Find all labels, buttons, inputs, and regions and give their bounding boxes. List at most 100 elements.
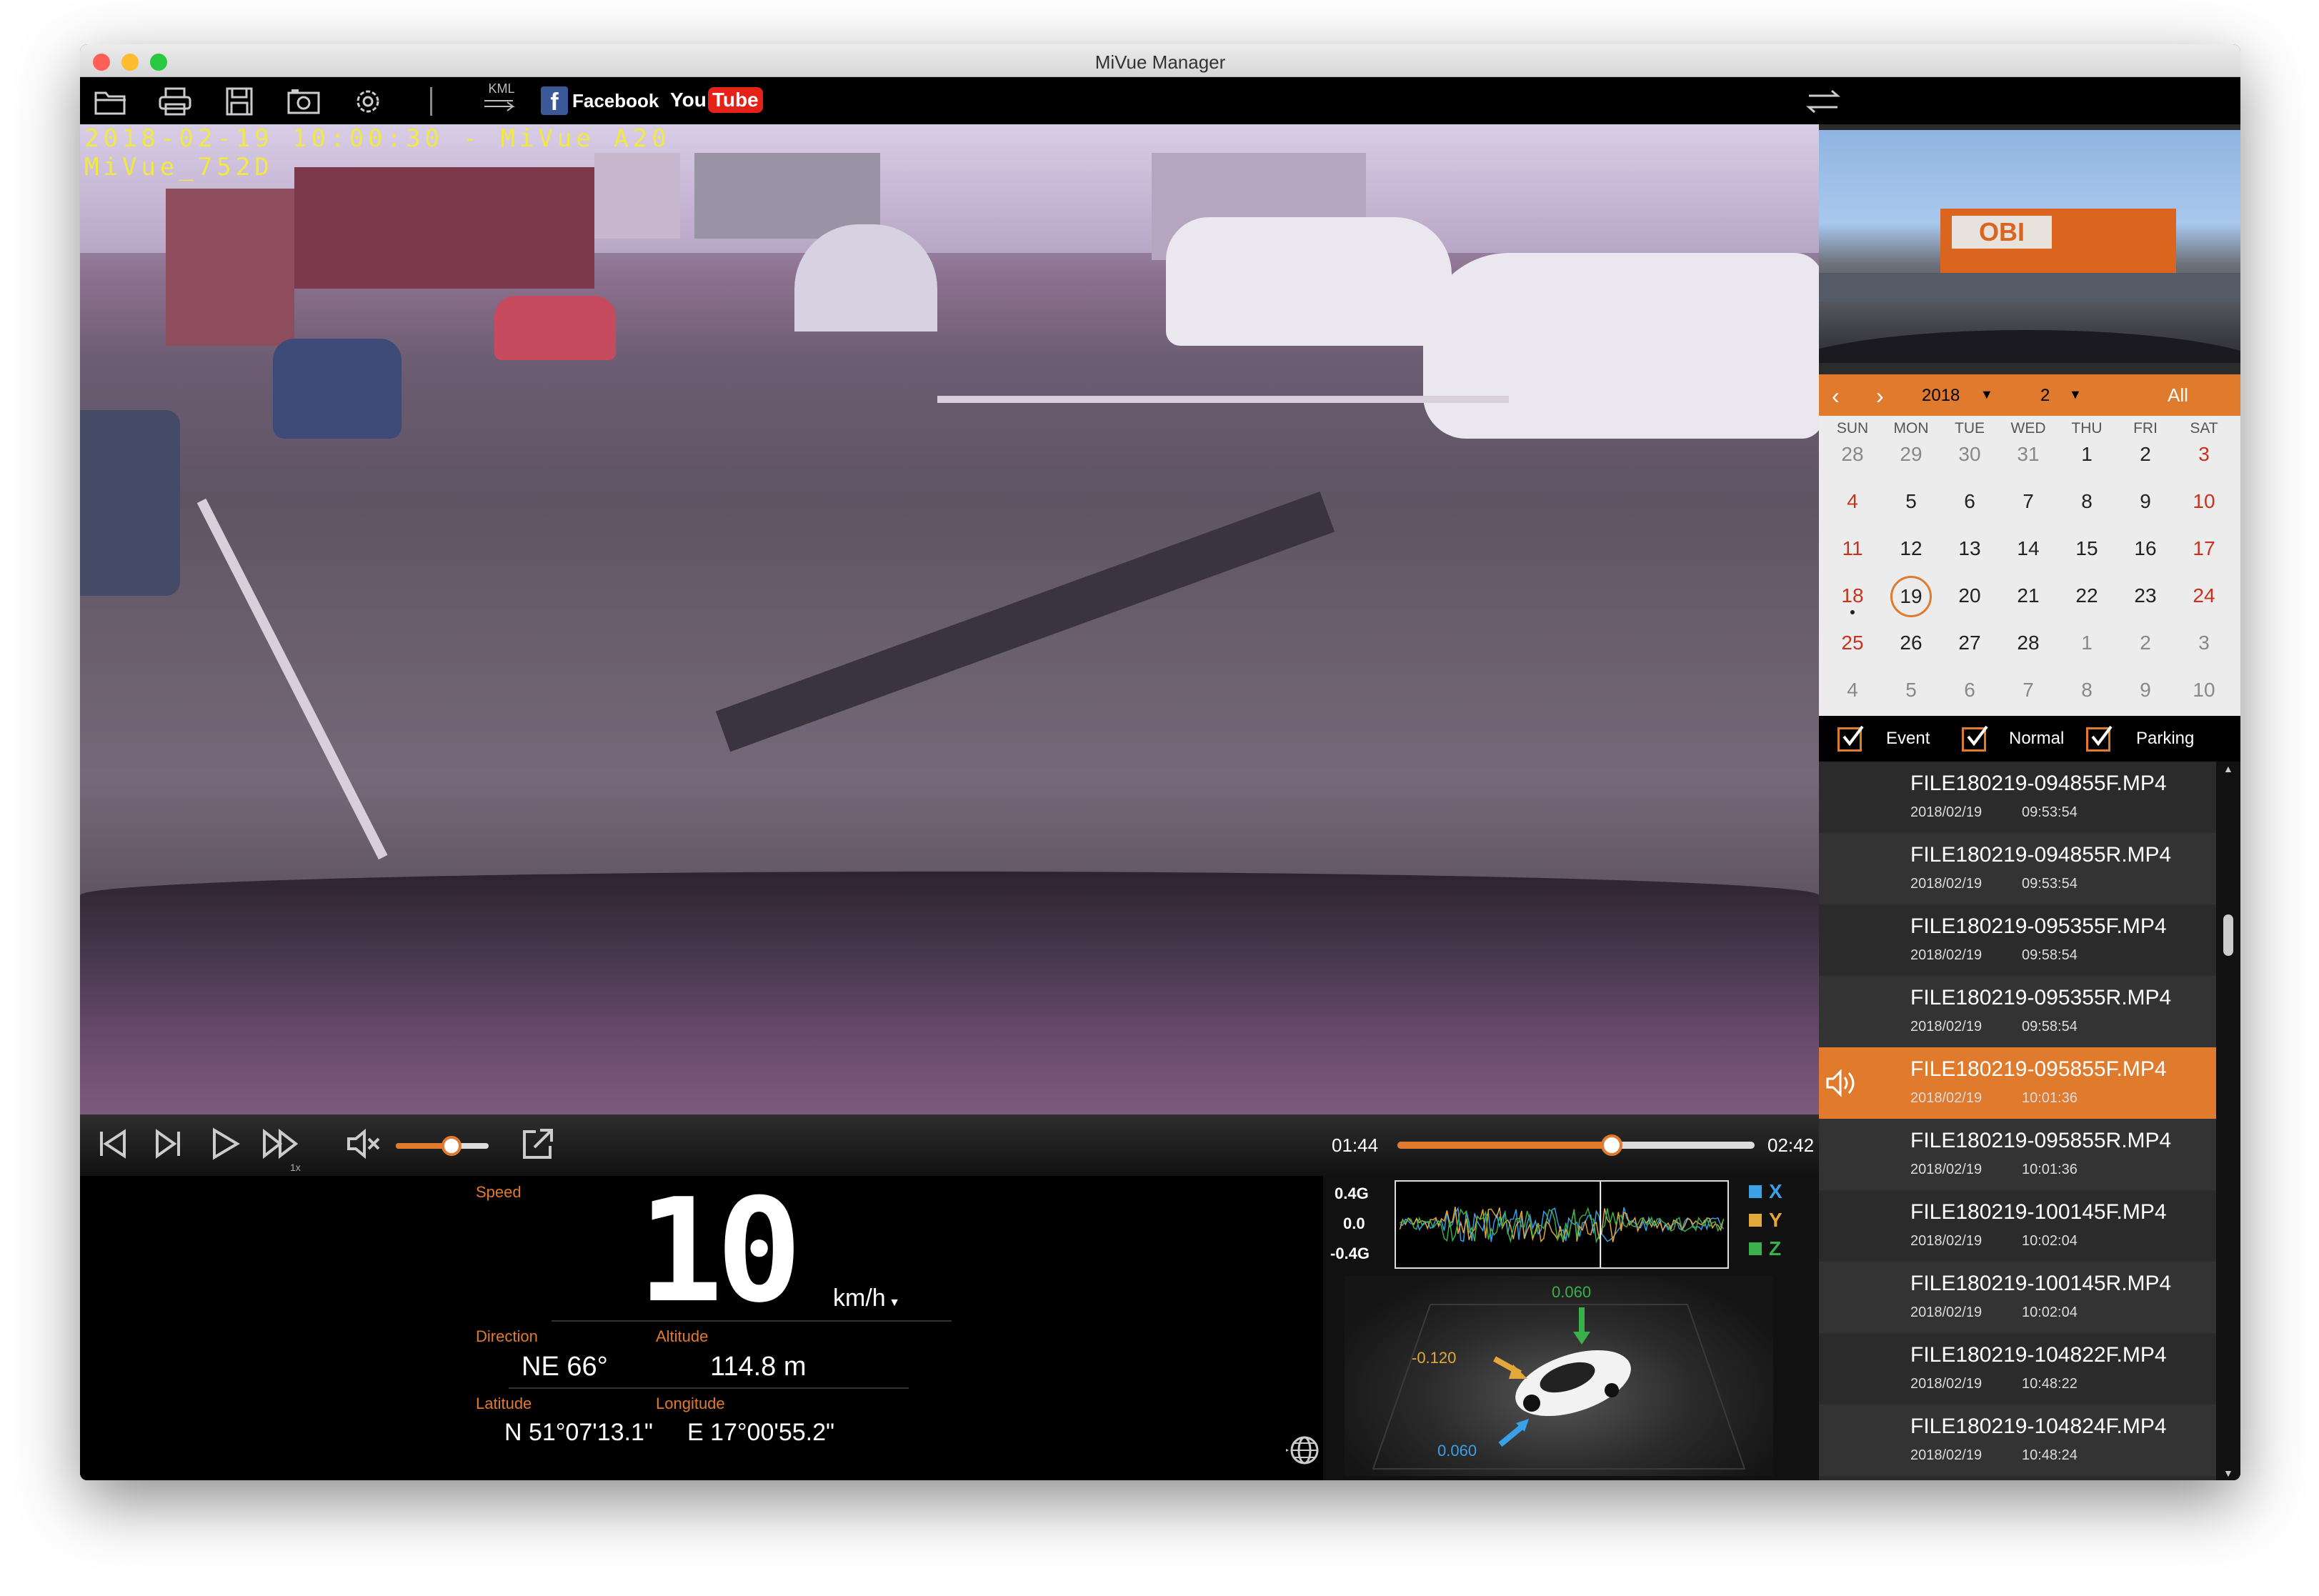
calendar-day[interactable]: 14	[1999, 537, 2058, 560]
fast-forward-icon[interactable]	[261, 1124, 300, 1163]
kml-export-button[interactable]: KML	[480, 81, 523, 117]
calendar-day[interactable]: 2	[2116, 632, 2175, 654]
file-item[interactable]: FILE180219-095855R.MP4 2018/02/19 10:01:36	[1819, 1119, 2216, 1190]
print-icon[interactable]	[157, 86, 193, 117]
file-time: 09:53:54	[2022, 876, 2078, 892]
calendar-day[interactable]: 6	[1940, 679, 1999, 702]
year-dropdown-icon[interactable]: ▼	[1980, 387, 1993, 402]
next-month-icon[interactable]: ›	[1876, 383, 1884, 409]
calendar-day[interactable]: 12	[1882, 537, 1940, 560]
video-frame-road-marking	[196, 498, 388, 860]
calendar-day[interactable]: 15	[2058, 537, 2116, 560]
calendar-day[interactable]: 2	[2116, 443, 2175, 466]
event-checkbox[interactable]	[1837, 725, 1864, 752]
map-globe-icon[interactable]	[1286, 1433, 1320, 1467]
file-item[interactable]: FILE180219-095355R.MP4 2018/02/19 09:58:54	[1819, 976, 2216, 1047]
show-all-button[interactable]: All	[2168, 384, 2188, 407]
file-item-selected[interactable]: FILE180219-095855F.MP4 2018/02/19 10:01:36	[1819, 1047, 2216, 1119]
calendar-day[interactable]: 4	[1823, 679, 1882, 702]
calendar-day[interactable]: 25	[1823, 632, 1882, 654]
next-frame-icon[interactable]	[149, 1124, 187, 1163]
calendar-day[interactable]: 27	[1940, 632, 1999, 654]
calendar-day[interactable]: 8	[2058, 490, 2116, 513]
calendar-day[interactable]: 13	[1940, 537, 1999, 560]
calendar-day[interactable]: 9	[2116, 490, 2175, 513]
file-item[interactable]: FILE180219-095355F.MP4 2018/02/19 09:58:54	[1819, 904, 2216, 976]
calendar-day[interactable]: 20	[1940, 584, 1999, 607]
parking-label: Parking	[2136, 729, 2195, 748]
seek-bar[interactable]	[1397, 1134, 1755, 1156]
calendar-day[interactable]: 16	[2116, 537, 2175, 560]
speed-unit-dropdown[interactable]: km/h ▼	[833, 1285, 900, 1312]
facebook-share-button[interactable]: f Facebook	[541, 86, 659, 116]
skip-to-start-icon[interactable]	[93, 1124, 131, 1163]
rear-camera-preview[interactable]: OBI	[1819, 130, 2240, 363]
volume-slider[interactable]	[396, 1136, 489, 1156]
calendar-day[interactable]: 22	[2058, 584, 2116, 607]
sports-car-icon	[1372, 1304, 1746, 1470]
calendar-day-selected[interactable]: 19	[1890, 576, 1932, 617]
calendar-day[interactable]: 3	[2175, 443, 2233, 466]
save-icon[interactable]	[221, 86, 257, 117]
popout-icon[interactable]	[519, 1124, 557, 1163]
calendar-day[interactable]: 29	[1882, 443, 1940, 466]
file-item[interactable]: FILE180219-104824F.MP4 2018/02/19 10:48:24	[1819, 1405, 2216, 1476]
mute-speaker-icon[interactable]	[344, 1124, 383, 1163]
calendar-day[interactable]: 9	[2116, 679, 2175, 702]
calendar-day[interactable]: 10	[2175, 490, 2233, 513]
file-item[interactable]: FILE180219-100145F.MP4 2018/02/19 10:02:04	[1819, 1190, 2216, 1262]
preview-cars	[1819, 273, 2240, 301]
file-item[interactable]: FILE180219-104822F.MP4 2018/02/19 10:48:22	[1819, 1333, 2216, 1405]
video-player[interactable]: 2018-02-19 10:00:30 - MiVue A20 MiVue_75…	[80, 124, 1819, 1114]
calendar-day[interactable]: 1	[2058, 443, 2116, 466]
swap-layout-icon[interactable]	[1802, 86, 1845, 117]
file-name: FILE180219-100145F.MP4	[1910, 1200, 2167, 1224]
g-scale-top: 0.4G	[1335, 1184, 1369, 1202]
calendar-day[interactable]: 23	[2116, 584, 2175, 607]
scroll-thumb[interactable]	[2223, 914, 2233, 956]
calendar-day[interactable]: 24	[2175, 584, 2233, 607]
calendar-day[interactable]: 28	[1823, 443, 1882, 466]
calendar-day[interactable]: 5	[1882, 679, 1940, 702]
calendar-day[interactable]: 18	[1823, 584, 1882, 607]
kml-arrow-icon	[484, 100, 515, 111]
file-item[interactable]: FILE180219-100145R.MP4 2018/02/19 10:02:04	[1819, 1262, 2216, 1333]
calendar-day[interactable]: 26	[1882, 632, 1940, 654]
calendar-day[interactable]: 17	[2175, 537, 2233, 560]
prev-month-icon[interactable]: ‹	[1832, 383, 1840, 409]
volume-knob[interactable]	[442, 1136, 462, 1156]
file-date: 2018/02/19	[1910, 1090, 1983, 1106]
file-list-scrollbar[interactable]: ▲ ▼	[2216, 762, 2240, 1480]
calendar-day[interactable]: 8	[2058, 679, 2116, 702]
calendar-day[interactable]: 7	[1999, 679, 2058, 702]
year-select[interactable]: 2018	[1922, 386, 1960, 406]
calendar-day[interactable]: 30	[1940, 443, 1999, 466]
calendar-day[interactable]: 7	[1999, 490, 2058, 513]
snapshot-camera-icon[interactable]	[286, 86, 321, 117]
calendar-day[interactable]: 3	[2175, 632, 2233, 654]
calendar-day[interactable]: 31	[1999, 443, 2058, 466]
calendar-day[interactable]: 1	[2058, 632, 2116, 654]
normal-checkbox[interactable]	[1962, 725, 1988, 752]
month-select[interactable]: 2	[2040, 386, 2050, 406]
open-folder-icon[interactable]	[93, 86, 129, 117]
settings-gear-icon[interactable]	[350, 86, 386, 117]
weekday-tue: TUE	[1955, 420, 1985, 437]
file-item[interactable]: FILE180219-094855F.MP4 2018/02/19 09:53:54	[1819, 762, 2216, 833]
file-name: FILE180219-095855F.MP4	[1910, 1057, 2167, 1081]
youtube-share-button[interactable]: You Tube	[670, 84, 763, 116]
calendar-day[interactable]: 5	[1882, 490, 1940, 513]
calendar-day[interactable]: 4	[1823, 490, 1882, 513]
scroll-up-icon[interactable]: ▲	[2223, 763, 2233, 774]
scroll-down-icon[interactable]: ▼	[2223, 1467, 2233, 1479]
parking-checkbox[interactable]	[2086, 725, 2113, 752]
calendar-day[interactable]: 21	[1999, 584, 2058, 607]
calendar-day[interactable]: 11	[1823, 537, 1882, 560]
calendar-day[interactable]: 28	[1999, 632, 2058, 654]
month-dropdown-icon[interactable]: ▼	[2069, 387, 2082, 402]
calendar-day[interactable]: 10	[2175, 679, 2233, 702]
file-item[interactable]: FILE180219-094855R.MP4 2018/02/19 09:53:54	[1819, 833, 2216, 904]
play-icon[interactable]	[206, 1124, 244, 1163]
calendar-day[interactable]: 6	[1940, 490, 1999, 513]
seek-knob[interactable]	[1601, 1134, 1622, 1156]
